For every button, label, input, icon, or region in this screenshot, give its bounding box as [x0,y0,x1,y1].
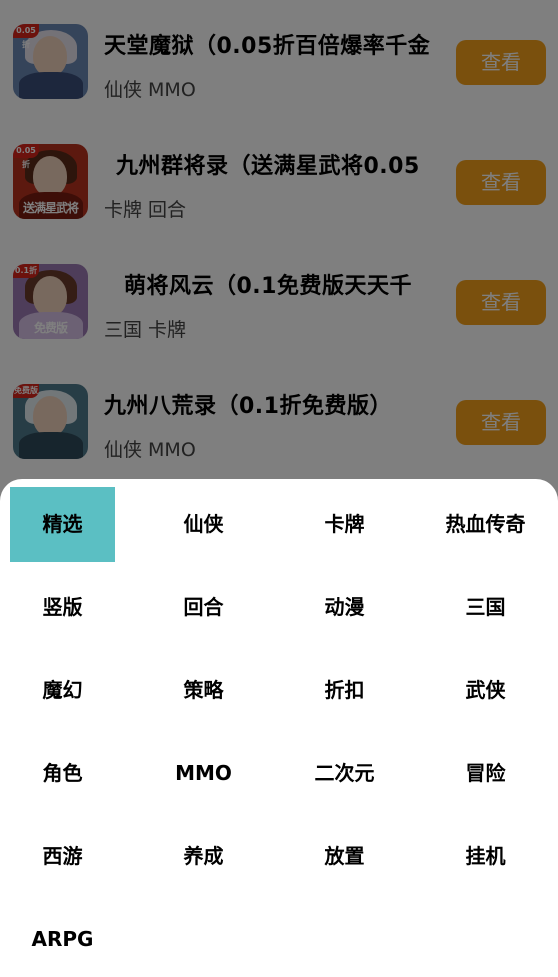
category-sheet: 精选 仙侠 卡牌 热血传奇 竖版 回合 动漫 三国 魔幻 策略 折扣 武侠 角色… [0,479,558,970]
category-item[interactable]: 折扣 [292,653,397,728]
category-item[interactable]: 竖版 [10,570,115,645]
category-item[interactable]: 热血传奇 [433,487,538,562]
category-item[interactable]: 养成 [151,819,256,894]
category-item[interactable]: MMO [151,736,256,811]
category-item[interactable]: 精选 [10,487,115,562]
category-item[interactable]: 策略 [151,653,256,728]
category-item[interactable]: 挂机 [433,819,538,894]
category-item[interactable]: 动漫 [292,570,397,645]
category-item[interactable]: 冒险 [433,736,538,811]
category-item[interactable]: 武侠 [433,653,538,728]
category-item[interactable]: 魔幻 [10,653,115,728]
category-item[interactable]: 角色 [10,736,115,811]
category-item[interactable]: 卡牌 [292,487,397,562]
category-item[interactable]: 回合 [151,570,256,645]
category-item[interactable]: 二次元 [292,736,397,811]
category-item[interactable]: ARPG [10,902,115,977]
category-item[interactable]: 西游 [10,819,115,894]
category-item[interactable]: 放置 [292,819,397,894]
category-item[interactable]: 三国 [433,570,538,645]
category-item[interactable]: 仙侠 [151,487,256,562]
